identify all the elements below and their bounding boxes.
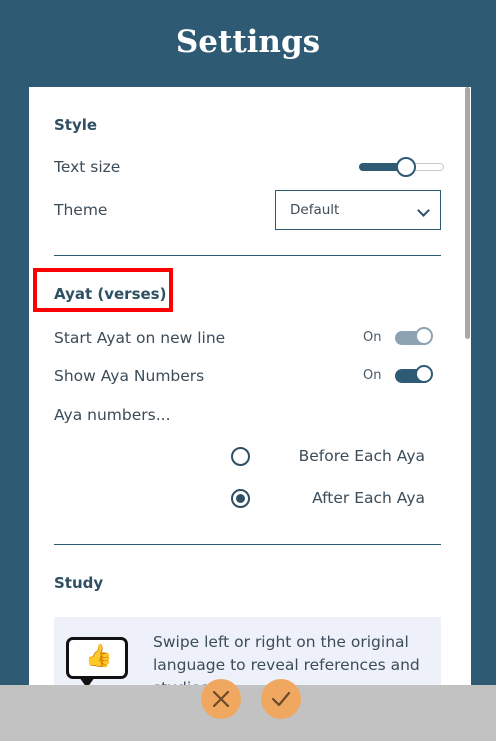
cancel-button[interactable] (201, 679, 241, 719)
toggle-knob (415, 327, 433, 345)
start-new-line-label: Start Ayat on new line (54, 329, 226, 347)
toggle-knob (415, 365, 433, 383)
bottom-action-bar (0, 679, 496, 741)
thumbs-up-icon: 👍 (66, 637, 128, 685)
study-tip-text: Swipe left or right on the original lang… (153, 633, 420, 685)
section-title-ayat: Ayat (verses) (54, 285, 167, 303)
radio-before-each-aya[interactable] (231, 447, 250, 466)
close-icon (212, 690, 230, 708)
divider (54, 255, 441, 256)
radio-label-before[interactable]: Before Each Aya (299, 447, 425, 465)
aya-numbers-label: Aya numbers... (54, 406, 171, 424)
radio-after-each-aya[interactable] (231, 489, 250, 508)
study-tip-card: 👍 Swipe left or right on the original la… (54, 617, 441, 685)
start-new-line-toggle[interactable] (395, 327, 433, 345)
page-title: Settings (175, 24, 321, 60)
thumb-glyph: 👍 (85, 644, 113, 669)
settings-panel[interactable]: Style Text size Theme Default Ayat (vers… (29, 87, 471, 685)
theme-select-value: Default (290, 202, 340, 218)
check-icon (271, 691, 291, 707)
radio-selected-dot (236, 494, 245, 503)
show-numbers-toggle[interactable] (395, 365, 433, 383)
section-title-style: Style (54, 116, 98, 134)
start-new-line-state: On (363, 330, 382, 345)
scrollbar[interactable] (465, 87, 470, 339)
show-numbers-state: On (363, 368, 382, 383)
theme-label: Theme (54, 201, 108, 219)
show-numbers-label: Show Aya Numbers (54, 367, 205, 385)
text-size-slider-thumb[interactable] (395, 157, 416, 177)
confirm-button[interactable] (261, 679, 301, 719)
speech-bubble-tail (79, 677, 95, 685)
section-title-study: Study (54, 574, 104, 592)
chevron-down-icon (417, 204, 430, 217)
text-size-label: Text size (54, 158, 121, 176)
radio-label-after[interactable]: After Each Aya (312, 489, 425, 507)
theme-select[interactable]: Default (275, 190, 441, 230)
divider (54, 544, 441, 545)
